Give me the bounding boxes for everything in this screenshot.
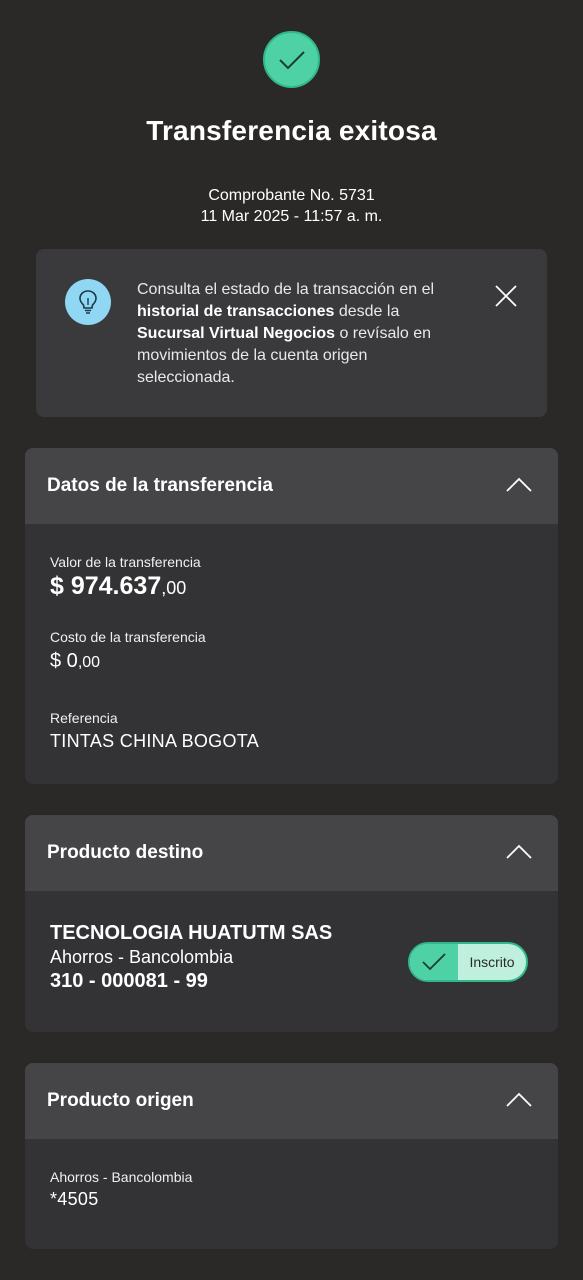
origin-account-type: Ahorros - Bancolombia: [50, 1169, 193, 1185]
history-link-text: historial de transacciones: [137, 303, 335, 320]
transfer-details-section: Datos de la transferencia Valor de la tr…: [25, 448, 558, 784]
branch-name-text: Sucursal Virtual Negocios: [137, 325, 335, 342]
destination-name: TECNOLOGIA HUATUTM SAS: [50, 922, 333, 944]
registered-badge-label: Inscrito: [469, 954, 515, 970]
chevron-up-icon[interactable]: [506, 1091, 532, 1107]
destination-section: Producto destino TECNOLOGIA HUATUTM SAS …: [25, 815, 558, 1032]
transfer-reference: Referencia TINTAS CHINA BOGOTA: [50, 710, 259, 752]
transfer-receipt-screen: Transferencia exitosa Comprobante No. 57…: [0, 0, 583, 1280]
section-title: Producto origen: [47, 1090, 194, 1111]
transfer-value-label: Valor de la transferencia: [50, 554, 201, 570]
close-icon[interactable]: [494, 284, 518, 308]
origin-header[interactable]: Producto origen: [25, 1063, 558, 1139]
check-icon: [410, 944, 458, 980]
reference-label: Referencia: [50, 710, 118, 726]
origin-info: Ahorros - Bancolombia *4505: [50, 1169, 192, 1210]
info-banner: Consulta el estado de la transacción en …: [36, 249, 547, 417]
page-title: Transferencia exitosa: [146, 115, 437, 146]
success-check-icon: [263, 31, 320, 88]
origin-section: Producto origen Ahorros - Bancolombia *4…: [25, 1063, 558, 1249]
reference-value: TINTAS CHINA BOGOTA: [50, 731, 260, 751]
transfer-details-header[interactable]: Datos de la transferencia: [25, 448, 558, 524]
destination-body: TECNOLOGIA HUATUTM SAS Ahorros - Bancolo…: [25, 891, 558, 1032]
receipt-info: Comprobante No. 5731 11 Mar 2025 - 11:57…: [0, 185, 583, 227]
origin-account-number: *4505: [50, 1189, 99, 1209]
receipt-date: 11 Mar 2025 - 11:57 a. m.: [200, 208, 383, 225]
destination-header[interactable]: Producto destino: [25, 815, 558, 891]
chevron-up-icon[interactable]: [506, 843, 532, 859]
destination-account-number: 310 - 000081 - 99: [50, 970, 208, 992]
info-message: Consulta el estado de la transacción en …: [137, 281, 435, 386]
transfer-value: Valor de la transferencia $ 974.637,00: [50, 554, 201, 601]
lightbulb-icon: [65, 279, 111, 325]
transfer-cost: Costo de la transferencia $ 0,00: [50, 629, 206, 673]
destination-info: TECNOLOGIA HUATUTM SAS Ahorros - Bancolo…: [50, 922, 332, 993]
transfer-cost-amount: $ 0,00: [50, 650, 101, 672]
section-title: Producto destino: [47, 842, 204, 863]
section-title: Datos de la transferencia: [47, 475, 273, 496]
transfer-value-amount: $ 974.637,00: [50, 572, 187, 600]
receipt-number: Comprobante No. 5731: [208, 187, 375, 204]
destination-account-type: Ahorros - Bancolombia: [50, 947, 234, 967]
chevron-up-icon[interactable]: [506, 476, 532, 492]
transfer-cost-label: Costo de la transferencia: [50, 629, 206, 645]
registered-badge: Inscrito: [408, 942, 528, 982]
